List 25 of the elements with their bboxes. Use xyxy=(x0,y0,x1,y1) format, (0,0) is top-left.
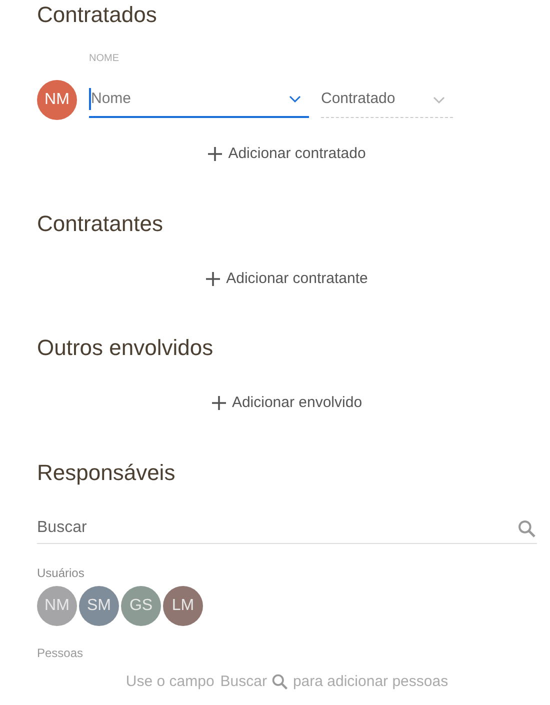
section-title: Contratados xyxy=(37,1,158,29)
search-icon xyxy=(517,518,537,538)
plus-icon xyxy=(206,272,220,286)
users-label: Usuários xyxy=(37,564,86,582)
add-button[interactable]: Adicionar contratante xyxy=(206,268,368,290)
search-icon xyxy=(270,672,289,690)
plus-icon xyxy=(208,147,222,162)
column-label: NOME xyxy=(89,52,120,66)
name-field[interactable]: Nome xyxy=(89,88,289,110)
section-title: Contratantes xyxy=(37,210,164,238)
section-title: Responsáveis xyxy=(37,458,176,486)
plus-icon xyxy=(212,396,226,410)
chevron-down-icon[interactable] xyxy=(289,95,301,103)
user-avatar[interactable]: LM xyxy=(163,586,203,626)
hint-field-name: Buscar xyxy=(220,672,267,692)
search-field[interactable]: Buscar xyxy=(37,514,537,544)
hint-text: Use o campo xyxy=(126,672,214,692)
hint-text: para adicionar pessoas xyxy=(292,672,448,692)
role-select[interactable]: Contratado xyxy=(321,82,453,118)
section-title: Outros envolvidos xyxy=(37,334,214,362)
people-label: Pessoas xyxy=(37,644,84,662)
name-select[interactable]: Nome xyxy=(89,82,309,118)
avatar: NM xyxy=(37,80,77,120)
add-button[interactable]: Adicionar contratado xyxy=(208,143,366,166)
add-button[interactable]: Adicionar envolvido xyxy=(212,392,362,414)
